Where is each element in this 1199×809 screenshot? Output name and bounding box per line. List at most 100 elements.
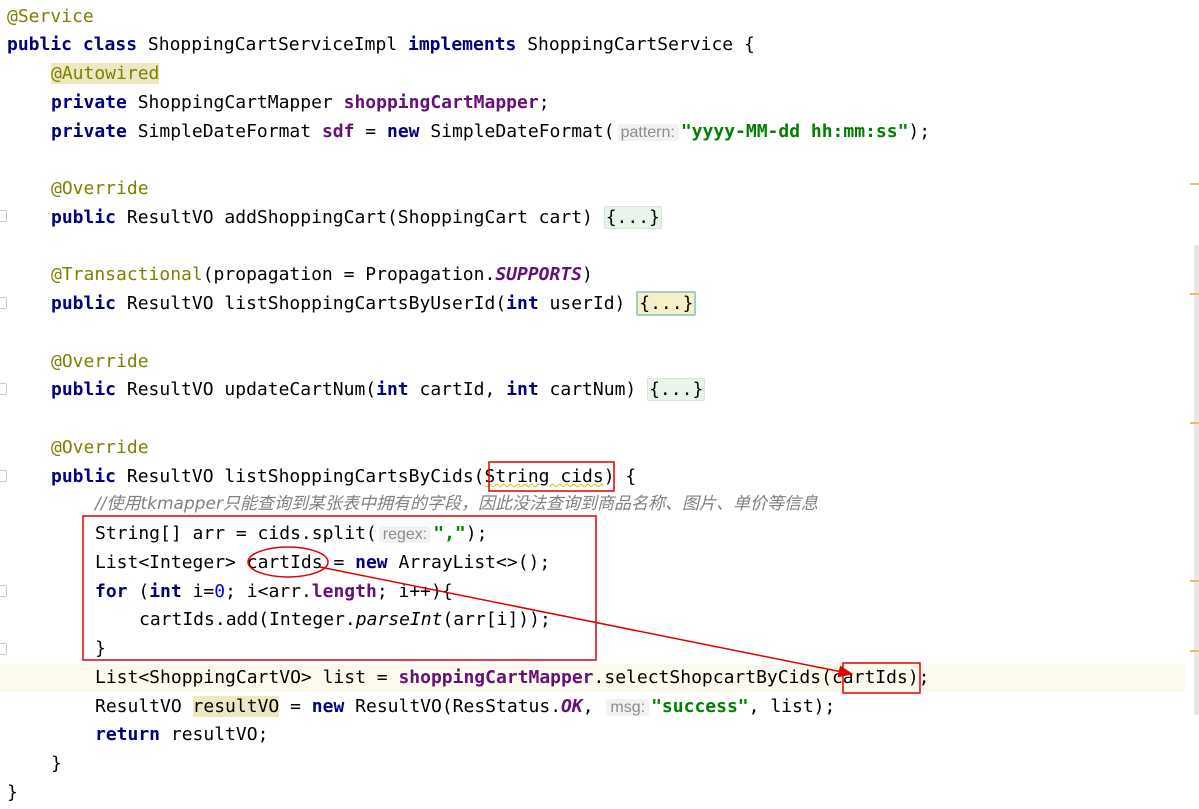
keyword: public bbox=[51, 379, 117, 400]
type-name: ResultVO bbox=[95, 696, 182, 717]
parameter-hint: regex: bbox=[378, 526, 432, 543]
punctuation: , bbox=[582, 696, 594, 717]
method-call: .selectShopcartByCids( bbox=[593, 667, 832, 688]
code-line[interactable]: //使用tkmapper只能查询到某张表中拥有的字段，因此没法查询到商品名称、图… bbox=[0, 490, 1185, 518]
code-line[interactable]: @Service bbox=[0, 3, 1185, 31]
class-name: ShoppingCartServiceImpl bbox=[147, 34, 398, 55]
type-name: SimpleDateFormat bbox=[137, 121, 312, 142]
operator: = bbox=[365, 121, 377, 142]
type-name: ShoppingCartMapper bbox=[137, 92, 333, 113]
code-line[interactable]: public ResultVO updateCartNum(int cartId… bbox=[0, 376, 1185, 404]
punctuation: ); bbox=[907, 667, 930, 688]
punctuation: ) bbox=[582, 264, 593, 285]
constructor-call: ResultVO(ResStatus. bbox=[355, 696, 562, 717]
punctuation: ( bbox=[138, 581, 150, 602]
code-line[interactable]: List<Integer> cartIds = new ArrayList<>(… bbox=[0, 549, 1185, 577]
statement: String[] arr = cids.split( bbox=[95, 523, 377, 544]
statement: cartIds.add(Integer. bbox=[139, 609, 356, 630]
keyword: new bbox=[355, 552, 388, 573]
parameter-hint: msg: bbox=[606, 699, 650, 716]
warning-stripe[interactable] bbox=[1190, 183, 1199, 185]
code-line[interactable]: @Override bbox=[0, 434, 1185, 462]
annotation: @Override bbox=[51, 178, 149, 199]
annotation-args: (propagation = Propagation. bbox=[202, 264, 496, 285]
enum-constant: OK bbox=[561, 696, 583, 717]
variable-highlight: resultVO bbox=[192, 696, 280, 717]
code-line[interactable]: public ResultVO listShoppingCartsByCids(… bbox=[0, 463, 1185, 491]
statement: ; i++){ bbox=[376, 581, 453, 602]
folded-code-block[interactable]: {...} bbox=[636, 291, 697, 316]
punctuation: ); bbox=[908, 121, 931, 142]
string-literal: "," bbox=[433, 523, 466, 544]
warning-stripe[interactable] bbox=[1190, 580, 1199, 582]
code-line[interactable]: public ResultVO listShoppingCartsByUserI… bbox=[0, 290, 1185, 318]
code-line[interactable]: @Transactional(propagation = Propagation… bbox=[0, 261, 1185, 289]
brace: } bbox=[95, 638, 106, 659]
folded-code-block[interactable]: {...} bbox=[647, 378, 706, 401]
string-literal: "yyyy-MM-dd hh:mm:ss" bbox=[680, 121, 909, 142]
code-line[interactable]: ResultVO resultVO = new ResultVO(ResStat… bbox=[0, 693, 1185, 721]
statement: List<ShoppingCartVO> list = bbox=[95, 667, 388, 688]
code-line[interactable]: private ShoppingCartMapper shoppingCartM… bbox=[0, 89, 1185, 117]
keyword: public bbox=[51, 293, 117, 314]
brace: } bbox=[51, 753, 62, 774]
keyword: int bbox=[506, 379, 539, 400]
warning-stripe[interactable] bbox=[1190, 422, 1199, 424]
code-line-current[interactable]: List<ShoppingCartVO> list = shoppingCart… bbox=[0, 664, 1185, 692]
semicolon: ; bbox=[538, 92, 550, 113]
code-line[interactable]: for (int i=0; i<arr.length; i++){ bbox=[0, 578, 1185, 606]
annotation: @Service bbox=[7, 6, 94, 27]
annotation: @Autowired bbox=[51, 63, 160, 84]
keyword: public bbox=[51, 207, 117, 228]
code-line[interactable]: cartIds.add(Integer.parseInt(arr[i])); bbox=[0, 606, 1185, 634]
keyword: implements bbox=[408, 34, 517, 55]
code-line[interactable]: @Override bbox=[0, 175, 1185, 203]
code-line[interactable]: public class ShoppingCartServiceImpl imp… bbox=[0, 31, 1185, 59]
folded-code-block[interactable]: {...} bbox=[603, 206, 662, 229]
annotation: @Override bbox=[51, 351, 149, 372]
code-line[interactable]: } bbox=[0, 779, 1185, 807]
code-line[interactable]: String[] arr = cids.split(regex: ","); bbox=[0, 520, 1185, 548]
static-method: parseInt bbox=[355, 609, 443, 630]
operator: = bbox=[290, 696, 301, 717]
constructor-call: SimpleDateFormat( bbox=[430, 121, 615, 142]
keyword: class bbox=[82, 34, 138, 55]
warning-stripe[interactable] bbox=[1190, 650, 1199, 652]
field-name: sdf bbox=[321, 121, 355, 142]
code-line[interactable]: return resultVO; bbox=[0, 721, 1185, 749]
code-comment: //使用tkmapper只能查询到某张表中拥有的字段，因此没法查询到商品名称、图… bbox=[95, 494, 818, 514]
code-line[interactable]: @Autowired bbox=[0, 60, 1185, 88]
field-name: length bbox=[311, 581, 377, 602]
method-signature: ResultVO updateCartNum( bbox=[126, 379, 377, 400]
keyword: return bbox=[95, 724, 161, 745]
annotation: @Override bbox=[51, 437, 149, 458]
code-line[interactable]: } bbox=[0, 750, 1185, 778]
code-editor[interactable]: @Service public class ShoppingCartServic… bbox=[0, 0, 1199, 809]
punctuation: ); bbox=[465, 523, 488, 544]
punctuation: , list); bbox=[748, 696, 836, 717]
interface-name: ShoppingCartService { bbox=[527, 34, 755, 55]
argument: cartIds bbox=[831, 667, 908, 688]
code-line[interactable]: public ResultVO addShoppingCart(Shopping… bbox=[0, 204, 1185, 232]
warning-stripe[interactable] bbox=[1190, 293, 1199, 295]
vertical-scrollbar[interactable] bbox=[1194, 245, 1199, 715]
code-line[interactable]: @Override bbox=[0, 348, 1185, 376]
type-name: List<Integer> bbox=[95, 552, 236, 573]
keyword: int bbox=[149, 581, 182, 602]
keyword: new bbox=[311, 696, 345, 717]
variable: cartIds bbox=[246, 552, 323, 573]
field-name: shoppingCartMapper bbox=[398, 667, 594, 688]
keyword: new bbox=[386, 121, 420, 142]
code-line[interactable]: } bbox=[0, 635, 1185, 663]
keyword: int bbox=[506, 293, 539, 314]
annotation: @Transactional bbox=[51, 264, 203, 285]
statement: resultVO; bbox=[170, 724, 269, 745]
keyword: int bbox=[376, 379, 409, 400]
constructor-call: ArrayList<>(); bbox=[398, 552, 551, 573]
variable: i= bbox=[192, 581, 215, 602]
code-line[interactable]: private SimpleDateFormat sdf = new Simpl… bbox=[0, 118, 1185, 146]
operator: = bbox=[333, 552, 345, 573]
brace: } bbox=[7, 782, 18, 803]
method-signature: ResultVO listShoppingCartsByCids( bbox=[126, 466, 485, 487]
keyword: for bbox=[95, 581, 128, 602]
